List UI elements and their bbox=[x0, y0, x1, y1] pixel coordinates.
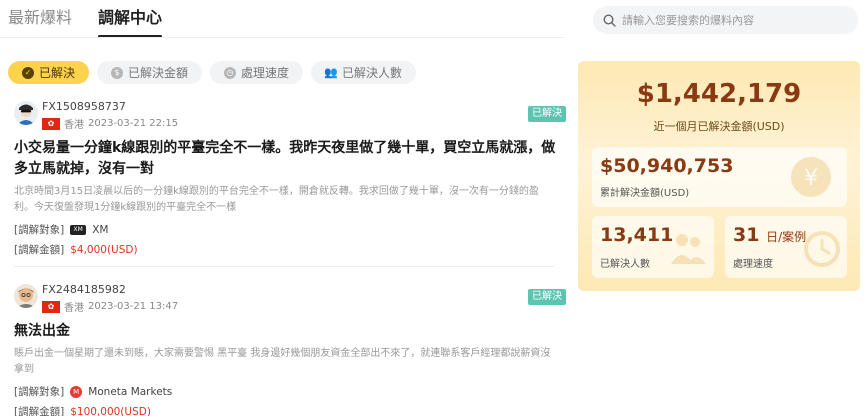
stats-panel: $1,442,179 近一個月已解決金額(USD) $50,940,753 累計… bbox=[578, 61, 860, 291]
case-header: FX1508958737 ✿ 香港 2023-03-21 22:15 已解決 bbox=[14, 100, 566, 131]
processing-speed-card: 31 日/案例 處理速度 bbox=[725, 216, 847, 278]
monthly-resolved-amount: $1,442,179 bbox=[636, 79, 802, 109]
target-label: [調解對象] bbox=[14, 386, 65, 398]
resolved-people-count: 13,411 bbox=[600, 224, 674, 246]
filter-resolved[interactable]: ✓ 已解決 bbox=[8, 61, 90, 84]
target-label: [調解對象] bbox=[14, 224, 65, 236]
people-icon bbox=[671, 234, 706, 264]
total-resolved-label: 累計解決金額(USD) bbox=[600, 188, 690, 199]
total-resolved-card: $50,940,753 累計解決金額(USD) ¥ bbox=[592, 147, 847, 207]
hong-kong-flag-icon: ✿ bbox=[42, 300, 60, 313]
filter-resolved-amount[interactable]: $ 已解決金額 bbox=[97, 61, 203, 84]
mediation-amount-row: [調解金額] $4,000(USD) bbox=[14, 240, 554, 260]
hong-kong-flag-icon: ✿ bbox=[42, 117, 60, 130]
amount-label: [調解金額] bbox=[14, 244, 65, 256]
xm-logo-icon: XM bbox=[70, 225, 87, 235]
filter-label: 已解決人數 bbox=[342, 66, 403, 80]
tab-latest-reports[interactable]: 最新爆料 bbox=[8, 6, 72, 38]
target-name[interactable]: XM bbox=[92, 220, 108, 240]
avatar[interactable] bbox=[14, 284, 38, 308]
mediation-amount: $100,000(USD) bbox=[70, 406, 151, 416]
mediation-target-row: [調解對象] XM XM bbox=[14, 220, 554, 240]
timestamp: 2023-03-21 13:47 bbox=[88, 301, 179, 312]
mediation-amount-row: [調解金額] $100,000(USD) bbox=[14, 402, 554, 416]
speed-unit: 日/案例 bbox=[766, 230, 807, 244]
tabs-divider bbox=[0, 37, 565, 38]
filter-label: 處理速度 bbox=[241, 66, 290, 80]
people-icon: 👥 bbox=[324, 66, 338, 79]
avatar[interactable] bbox=[14, 101, 38, 125]
target-name[interactable]: Moneta Markets bbox=[88, 382, 172, 402]
monthly-resolved-label: 近一個月已解決金額(USD) bbox=[653, 120, 785, 133]
resolved-people-card: 13,411 已解決人數 bbox=[592, 216, 714, 278]
dollar-circle-icon: $ bbox=[111, 66, 124, 79]
case-item[interactable]: FX2484185982 ✿ 香港 2023-03-21 13:47 已解決 無… bbox=[14, 283, 566, 416]
search-box[interactable] bbox=[593, 6, 858, 34]
status-badge: 已解決 bbox=[528, 106, 566, 122]
main-tabs: 最新爆料 調解中心 bbox=[8, 6, 163, 38]
speed-number: 31 bbox=[733, 224, 760, 246]
svg-text:¥: ¥ bbox=[804, 166, 818, 191]
filter-processing-speed[interactable]: ◷ 處理速度 bbox=[210, 61, 304, 84]
region: 香港 bbox=[64, 120, 84, 131]
user-id: FX1508958737 bbox=[42, 100, 126, 113]
processing-speed-label: 處理速度 bbox=[733, 259, 773, 270]
mediation-amount: $4,000(USD) bbox=[70, 244, 138, 256]
total-resolved-amount: $50,940,753 bbox=[600, 155, 734, 177]
filter-bar: ✓ 已解決 $ 已解決金額 ◷ 處理速度 👥 已解決人數 bbox=[8, 61, 417, 84]
case-divider bbox=[14, 266, 554, 267]
case-item[interactable]: FX1508958737 ✿ 香港 2023-03-21 22:15 已解決 小… bbox=[14, 100, 566, 260]
resolved-people-label: 已解決人數 bbox=[600, 259, 650, 270]
case-meta: ✿ 香港 2023-03-21 13:47 bbox=[42, 299, 178, 314]
case-summary: 北京時間3月15日凌晨以后的一分鐘k線跟別的平台完全不一樣，開倉就反轉。我求回做… bbox=[14, 186, 539, 213]
yen-coin-icon: ¥ bbox=[791, 157, 831, 197]
clock-icon: ◷ bbox=[224, 66, 237, 79]
case-header: FX2484185982 ✿ 香港 2023-03-21 13:47 已解決 bbox=[14, 283, 566, 314]
filter-label: 已解決 bbox=[39, 66, 76, 80]
case-meta: ✿ 香港 2023-03-21 22:15 bbox=[42, 116, 178, 131]
amount-label: [調解金額] bbox=[14, 406, 65, 416]
case-summary: 賬戶出金一個星期了還未到賬，大家需要警惕 黑平臺 我身邊好幾個朋友資金全部出不來… bbox=[14, 348, 551, 375]
processing-speed-value: 31 日/案例 bbox=[733, 224, 806, 246]
region: 香港 bbox=[64, 303, 84, 314]
mediation-target-row: [調解對象] M Moneta Markets bbox=[14, 382, 554, 402]
tab-mediation-center[interactable]: 調解中心 bbox=[98, 6, 163, 38]
moneta-logo-icon: M bbox=[70, 386, 83, 398]
search-icon bbox=[603, 13, 616, 27]
user-id: FX2484185982 bbox=[42, 283, 126, 296]
check-circle-icon: ✓ bbox=[22, 66, 34, 79]
clock-icon bbox=[804, 231, 840, 267]
case-title[interactable]: 小交易量一分鐘k線跟別的平臺完全不一樣。我昨天夜里做了幾十單，買空立馬就漲，做多… bbox=[14, 138, 559, 180]
timestamp: 2023-03-21 22:15 bbox=[88, 118, 179, 129]
case-title[interactable]: 無法出金 bbox=[14, 321, 559, 342]
filter-label: 已解決金額 bbox=[128, 66, 189, 80]
status-badge: 已解決 bbox=[528, 289, 566, 305]
filter-resolved-people[interactable]: 👥 已解決人數 bbox=[311, 61, 417, 84]
search-input[interactable] bbox=[622, 13, 842, 27]
